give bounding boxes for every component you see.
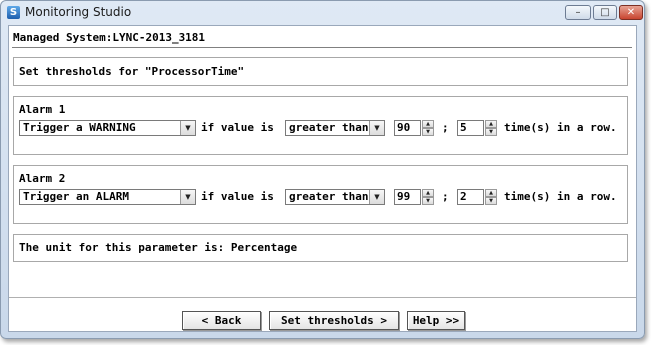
alarm-1-label: Alarm 1 — [19, 103, 66, 116]
alarm-2-value-input[interactable]: 99 — [394, 189, 421, 205]
unit-panel: The unit for this parameter is: Percenta… — [13, 234, 628, 262]
app-icon: S — [7, 6, 20, 19]
alarm-2-comparison-value: greater than — [289, 190, 369, 203]
alarm-2-suffix: time(s) in a row. — [504, 190, 617, 203]
alarm-1-comparison-value: greater than — [289, 121, 369, 134]
spin-down-icon[interactable]: ▼ — [485, 197, 497, 205]
alarm-1-count-input[interactable]: 5 — [457, 120, 484, 136]
alarm-1-comparison-select[interactable]: greater than ▼ — [285, 120, 385, 136]
set-thresholds-button[interactable]: Set thresholds > — [269, 311, 399, 330]
alarm-2-count-input[interactable]: 2 — [457, 189, 484, 205]
alarm-2-action-select[interactable]: Trigger an ALARM ▼ — [19, 189, 196, 205]
alarm-2-comparison-select[interactable]: greater than ▼ — [285, 189, 385, 205]
alarm-1-suffix: time(s) in a row. — [504, 121, 617, 134]
app-window: S Monitoring Studio – □ ✕ Managed System… — [0, 0, 645, 339]
alarm-1-action-value: Trigger a WARNING — [23, 121, 136, 134]
dialog-body: Managed System:LYNC-2013_3181 Set thresh… — [8, 25, 637, 332]
alarm-2-label: Alarm 2 — [19, 172, 66, 185]
chevron-down-icon[interactable]: ▼ — [180, 190, 195, 204]
alarm-1-value-spinner[interactable]: ▲ ▼ — [422, 120, 434, 136]
alarm-1-count-spinner[interactable]: ▲ ▼ — [485, 120, 497, 136]
spin-down-icon[interactable]: ▼ — [485, 128, 497, 136]
instructions-panel: Set thresholds for "ProcessorTime" — [13, 57, 628, 86]
footer-divider — [9, 297, 636, 298]
alarm-2-count-spinner[interactable]: ▲ ▼ — [485, 189, 497, 205]
alarm-1-panel: Alarm 1 Trigger a WARNING ▼ if value is … — [13, 96, 628, 155]
alarm-1-separator: ; — [442, 121, 449, 134]
window-title: Monitoring Studio — [25, 5, 132, 19]
close-button[interactable]: ✕ — [619, 5, 643, 20]
spin-up-icon[interactable]: ▲ — [485, 189, 497, 197]
unit-text: The unit for this parameter is: Percenta… — [19, 241, 298, 254]
help-button[interactable]: Help >> — [407, 311, 465, 330]
alarm-2-if-text: if value is — [201, 190, 274, 203]
spin-up-icon[interactable]: ▲ — [422, 189, 434, 197]
title-bar[interactable]: S Monitoring Studio – □ ✕ — [1, 1, 644, 24]
alarm-2-action-value: Trigger an ALARM — [23, 190, 129, 203]
spin-up-icon[interactable]: ▲ — [422, 120, 434, 128]
minimize-button[interactable]: – — [565, 5, 591, 20]
managed-system-label: Managed System:LYNC-2013_3181 — [13, 31, 206, 44]
alarm-1-if-text: if value is — [201, 121, 274, 134]
alarm-2-value-spinner[interactable]: ▲ ▼ — [422, 189, 434, 205]
chevron-down-icon[interactable]: ▼ — [369, 190, 384, 204]
maximize-button[interactable]: □ — [593, 5, 617, 20]
alarm-2-separator: ; — [442, 190, 449, 203]
chevron-down-icon[interactable]: ▼ — [180, 121, 195, 135]
alarm-1-value-input[interactable]: 90 — [394, 120, 421, 136]
chevron-down-icon[interactable]: ▼ — [369, 121, 384, 135]
spin-up-icon[interactable]: ▲ — [485, 120, 497, 128]
spin-down-icon[interactable]: ▼ — [422, 197, 434, 205]
spin-down-icon[interactable]: ▼ — [422, 128, 434, 136]
header-divider — [12, 47, 632, 49]
back-button[interactable]: < Back — [182, 311, 261, 330]
instructions-text: Set thresholds for "ProcessorTime" — [19, 65, 245, 78]
alarm-2-panel: Alarm 2 Trigger an ALARM ▼ if value is g… — [13, 165, 628, 224]
alarm-1-action-select[interactable]: Trigger a WARNING ▼ — [19, 120, 196, 136]
